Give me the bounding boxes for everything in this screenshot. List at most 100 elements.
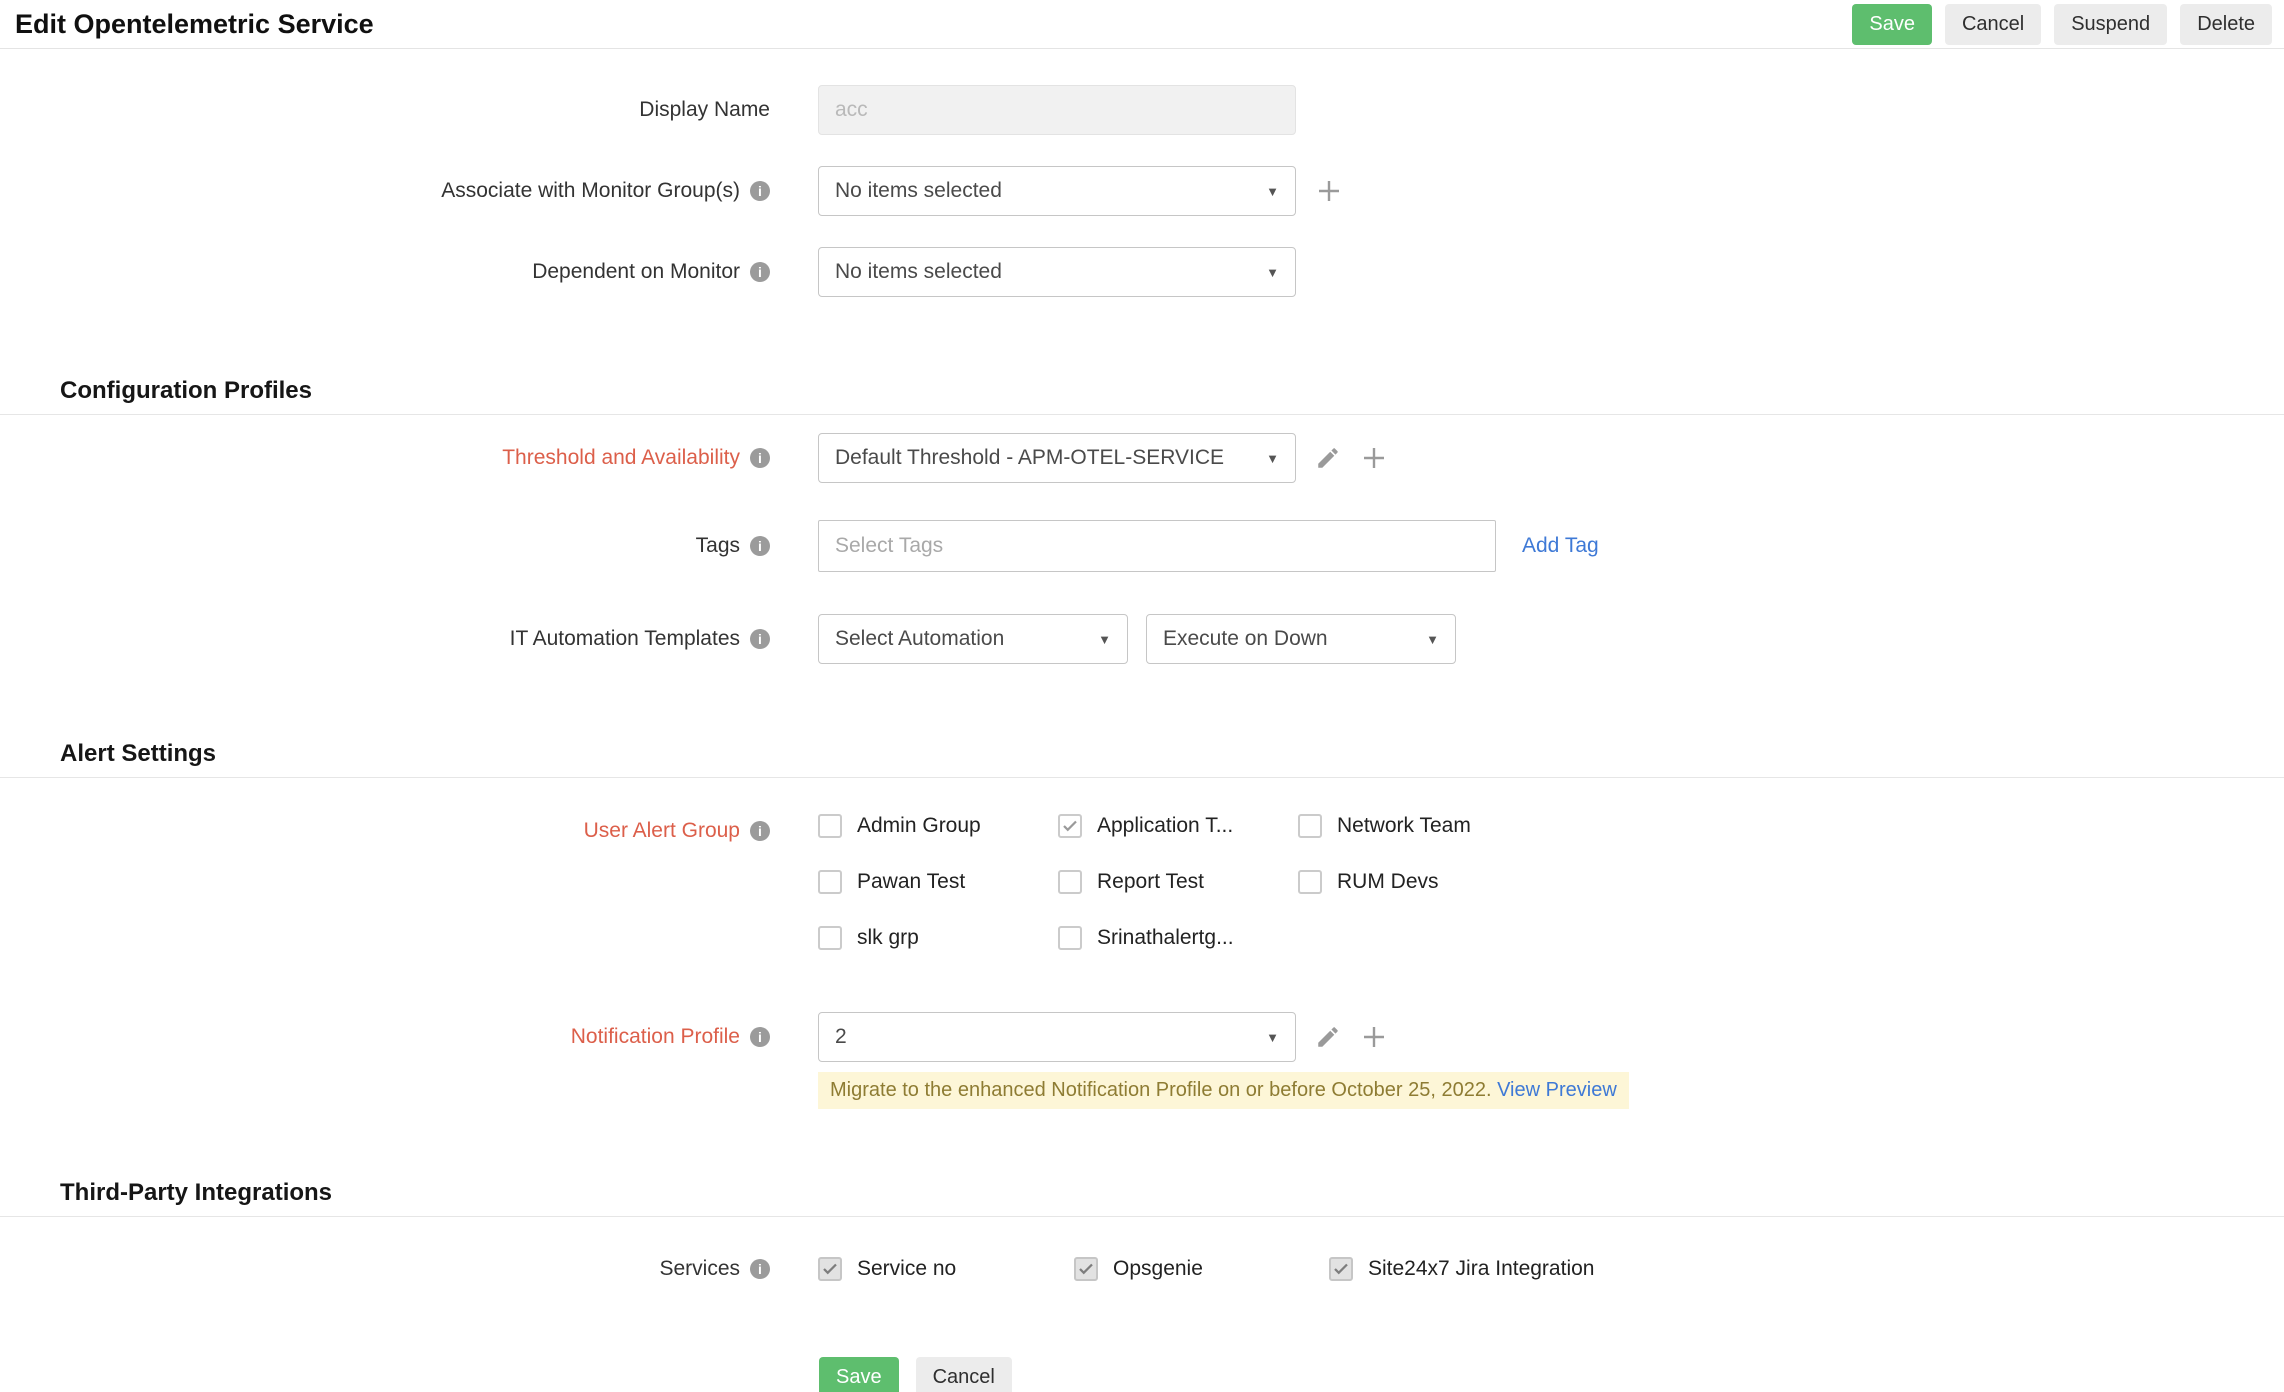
save-button[interactable]: Save (1852, 4, 1932, 45)
third-party-heading: Third-Party Integrations (0, 1179, 2284, 1207)
save-button[interactable]: Save (819, 1357, 899, 1392)
alert-settings-section: Alert Settings (0, 740, 2284, 778)
cancel-button[interactable]: Cancel (1945, 4, 2041, 45)
check-icon (1077, 1260, 1095, 1278)
monitor-groups-dropdown[interactable]: No items selected ▼ (818, 166, 1296, 216)
dependent-monitor-dropdown[interactable]: No items selected ▼ (818, 247, 1296, 297)
monitor-groups-label: Associate with Monitor Group(s) (441, 179, 740, 203)
user-alert-group-label: User Alert Group (584, 819, 740, 843)
migration-note: Migrate to the enhanced Notification Pro… (818, 1072, 1629, 1109)
edit-notification-profile-button[interactable] (1315, 1024, 1341, 1050)
automation-execute-dropdown[interactable]: Execute on Down ▼ (1146, 614, 1456, 664)
add-notification-profile-button[interactable] (1360, 1023, 1388, 1051)
notification-profile-row: Notification Profile i 2 ▼ (0, 1012, 2284, 1062)
section-divider (0, 1216, 2284, 1217)
automation-label: IT Automation Templates (510, 627, 740, 651)
suspend-button[interactable]: Suspend (2054, 4, 2167, 45)
monitor-groups-value: No items selected (835, 179, 1002, 203)
services-label: Services (659, 1257, 740, 1281)
info-icon[interactable]: i (750, 629, 770, 649)
automation-row: IT Automation Templates i Select Automat… (0, 614, 2284, 664)
chevron-down-icon: ▼ (1426, 632, 1439, 647)
checkbox (1058, 926, 1082, 950)
user-alert-group-option[interactable]: Admin Group (818, 812, 1058, 840)
info-icon[interactable]: i (750, 181, 770, 201)
user-alert-group-option[interactable]: RUM Devs (1298, 868, 1538, 896)
alert-settings-heading: Alert Settings (0, 740, 2284, 768)
tags-row: Tags i Add Tag (0, 520, 2284, 572)
migration-note-wrap: Migrate to the enhanced Notification Pro… (818, 1072, 2284, 1109)
automation-select-dropdown[interactable]: Select Automation ▼ (818, 614, 1128, 664)
services-options: Service no Opsgenie Site24x7 Jira Integr… (818, 1255, 1594, 1283)
user-alert-group-option[interactable]: Report Test (1058, 868, 1298, 896)
display-name-label: Display Name (0, 98, 770, 122)
section-divider (0, 414, 2284, 415)
service-option[interactable]: Service no (818, 1255, 1074, 1283)
check-icon (1332, 1260, 1350, 1278)
user-alert-group-row: User Alert Group i Admin Group Applicati… (0, 812, 2284, 980)
chevron-down-icon: ▼ (1266, 265, 1279, 280)
checkbox (1329, 1257, 1353, 1281)
display-name-row: Display Name (0, 85, 2284, 135)
checkbox (818, 926, 842, 950)
info-icon[interactable]: i (750, 262, 770, 282)
configuration-profiles-section: Configuration Profiles (0, 377, 2284, 415)
tags-label: Tags (696, 534, 740, 558)
service-option[interactable]: Opsgenie (1074, 1255, 1329, 1283)
checkbox (818, 870, 842, 894)
plus-icon (1360, 444, 1388, 472)
checkbox (818, 1257, 842, 1281)
configuration-profiles-heading: Configuration Profiles (0, 377, 2284, 405)
dependent-monitor-row: Dependent on Monitor i No items selected… (0, 247, 2284, 297)
automation-select-value: Select Automation (835, 627, 1004, 651)
checkbox (1074, 1257, 1098, 1281)
notification-profile-label: Notification Profile (571, 1025, 740, 1049)
checkbox (1058, 814, 1082, 838)
chevron-down-icon: ▼ (1266, 184, 1279, 199)
plus-icon (1315, 177, 1343, 205)
migration-note-text: Migrate to the enhanced Notification Pro… (830, 1079, 1492, 1101)
monitor-groups-row: Associate with Monitor Group(s) i No ite… (0, 166, 2284, 216)
add-monitor-group-button[interactable] (1315, 177, 1343, 205)
user-alert-group-option[interactable]: slk grp (818, 924, 1058, 952)
header-actions: Save Cancel Suspend Delete (1852, 4, 2272, 45)
info-icon[interactable]: i (750, 448, 770, 468)
checkbox (1058, 870, 1082, 894)
info-icon[interactable]: i (750, 1259, 770, 1279)
plus-icon (1360, 1023, 1388, 1051)
tags-input[interactable] (818, 520, 1496, 572)
pencil-icon (1315, 1024, 1341, 1050)
info-icon[interactable]: i (750, 536, 770, 556)
automation-execute-value: Execute on Down (1163, 627, 1328, 651)
section-divider (0, 777, 2284, 778)
add-threshold-button[interactable] (1360, 444, 1388, 472)
user-alert-group-option[interactable]: Pawan Test (818, 868, 1058, 896)
page-header: Edit Opentelemetric Service Save Cancel … (0, 0, 2284, 49)
display-name-input (818, 85, 1296, 135)
service-option[interactable]: Site24x7 Jira Integration (1329, 1255, 1594, 1283)
edit-threshold-button[interactable] (1315, 445, 1341, 471)
add-tag-link[interactable]: Add Tag (1522, 534, 1599, 558)
user-alert-group-option[interactable]: Application T... (1058, 812, 1298, 840)
page-title: Edit Opentelemetric Service (15, 9, 374, 40)
threshold-value: Default Threshold - APM-OTEL-SERVICE (835, 446, 1224, 470)
threshold-label: Threshold and Availability (502, 446, 740, 470)
info-icon[interactable]: i (750, 821, 770, 841)
third-party-section: Third-Party Integrations (0, 1179, 2284, 1217)
checkbox (818, 814, 842, 838)
footer-actions: Save Cancel (0, 1357, 2284, 1392)
notification-profile-value: 2 (835, 1025, 847, 1049)
notification-profile-dropdown[interactable]: 2 ▼ (818, 1012, 1296, 1062)
checkbox (1298, 814, 1322, 838)
threshold-row: Threshold and Availability i Default Thr… (0, 433, 2284, 483)
view-preview-link[interactable]: View Preview (1497, 1079, 1617, 1101)
cancel-button[interactable]: Cancel (916, 1357, 1012, 1392)
user-alert-group-option[interactable]: Srinathalertg... (1058, 924, 1298, 952)
check-icon (1061, 817, 1079, 835)
user-alert-group-option[interactable]: Network Team (1298, 812, 1538, 840)
info-icon[interactable]: i (750, 1027, 770, 1047)
threshold-dropdown[interactable]: Default Threshold - APM-OTEL-SERVICE ▼ (818, 433, 1296, 483)
user-alert-group-options: Admin Group Application T... Network Tea… (818, 812, 1608, 980)
delete-button[interactable]: Delete (2180, 4, 2272, 45)
dependent-monitor-label: Dependent on Monitor (532, 260, 740, 284)
